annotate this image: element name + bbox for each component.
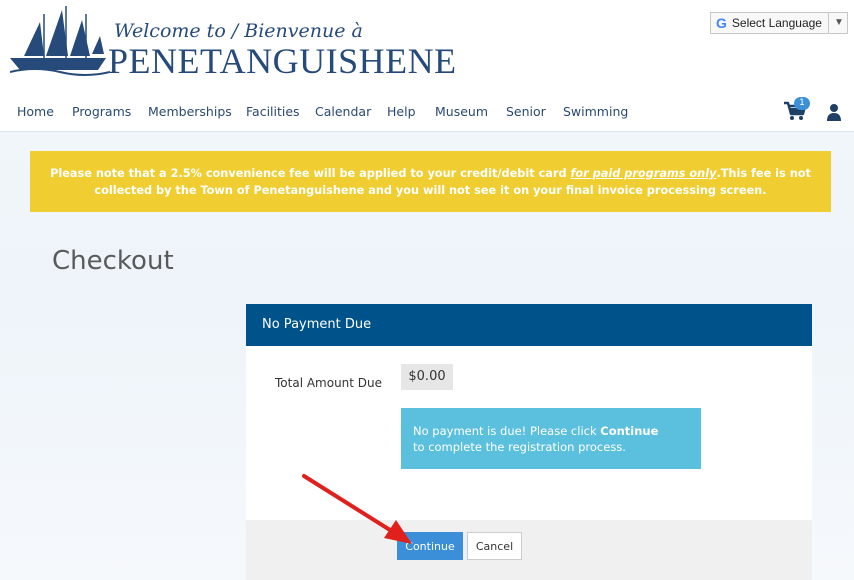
- logo-welcome-text: Welcome to / Bienvenue à: [114, 20, 363, 42]
- nav-item-swimming[interactable]: Swimming: [563, 104, 628, 119]
- cancel-button[interactable]: Cancel: [467, 532, 522, 560]
- info-text-part1: No payment is due! Please click: [413, 424, 601, 438]
- info-text-part2: to complete the registration process.: [413, 440, 626, 454]
- nav-item-senior[interactable]: Senior: [506, 104, 546, 119]
- site-header: Welcome to / Bienvenue à PENETANGUISHENE…: [0, 0, 854, 88]
- red-arrow-annotation-icon: [302, 474, 412, 544]
- notice-text-part1: Please note that a 2.5% convenience fee …: [50, 167, 571, 180]
- nav-item-calendar[interactable]: Calendar: [315, 104, 371, 119]
- info-continue-emphasis: Continue: [600, 424, 659, 438]
- total-amount-label: Total Amount Due: [275, 376, 383, 390]
- convenience-fee-notice: Please note that a 2.5% convenience fee …: [30, 151, 831, 212]
- nav-item-memberships[interactable]: Memberships: [148, 104, 232, 119]
- logo-town-name: PENETANGUISHENE: [108, 41, 457, 81]
- no-payment-info-box: No payment is due! Please click Continue…: [401, 408, 701, 469]
- user-account-icon[interactable]: [826, 103, 842, 121]
- payment-panel-header: No Payment Due: [246, 304, 812, 346]
- chevron-down-icon: ▼: [827, 13, 844, 33]
- page-title: Checkout: [52, 246, 174, 276]
- nav-item-facilities[interactable]: Facilities: [246, 104, 300, 119]
- language-selector[interactable]: G Select Language ▼: [710, 12, 848, 34]
- nav-item-home[interactable]: Home: [17, 104, 54, 119]
- main-nav: Home Programs Memberships Facilities Cal…: [0, 88, 854, 132]
- cart-count-badge: 1: [794, 97, 810, 110]
- nav-item-programs[interactable]: Programs: [72, 104, 131, 119]
- nav-item-help[interactable]: Help: [387, 104, 416, 119]
- sailing-ship-icon: [10, 6, 110, 76]
- nav-item-museum[interactable]: Museum: [435, 104, 488, 119]
- google-icon: G: [716, 15, 727, 31]
- language-selector-label: Select Language: [731, 16, 822, 30]
- site-logo[interactable]: Welcome to / Bienvenue à PENETANGUISHENE: [10, 6, 456, 84]
- notice-emphasis: for paid programs only: [570, 167, 717, 180]
- total-amount-value: $0.00: [401, 364, 453, 390]
